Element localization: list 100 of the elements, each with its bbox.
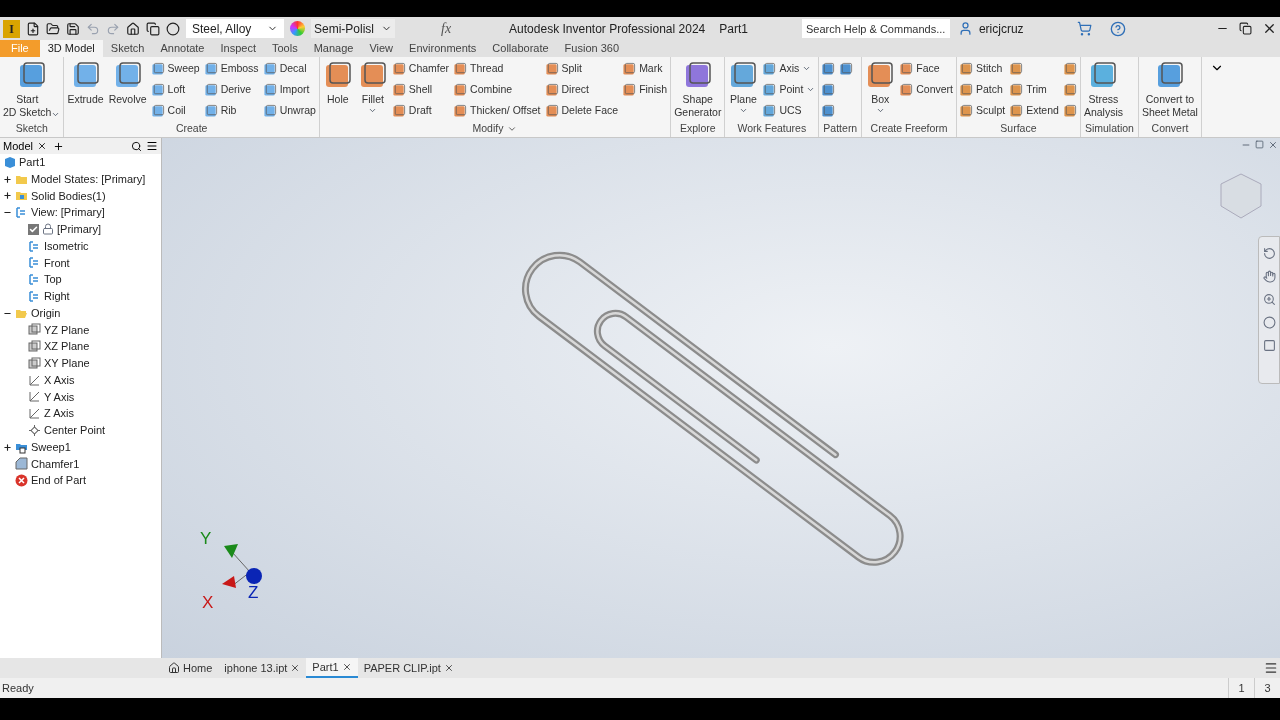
ribbon-tool[interactable]: Derive [203,81,260,98]
ribbon-tab[interactable]: Inspect [212,40,264,57]
user-icon[interactable] [957,21,973,36]
ribbon-tool[interactable] [839,60,855,77]
ribbon-tool[interactable]: Sculpt [959,102,1007,119]
tree-item[interactable]: [Primary] [57,221,101,238]
close-icon[interactable] [341,662,352,672]
ribbon-tool[interactable]: Combine [453,81,542,98]
document-tab[interactable]: PAPER CLIP.ipt [357,658,460,678]
ribbon-tool[interactable] [1062,60,1078,77]
tree-item[interactable]: XY Plane [44,355,90,372]
ribbon-tool[interactable]: Import [262,81,317,98]
add-icon[interactable] [52,140,64,152]
ribbon-tool[interactable] [1062,81,1078,98]
ribbon-tool[interactable] [1062,102,1078,119]
expand-icon[interactable] [2,442,12,452]
copy-icon[interactable] [146,21,160,36]
ribbon-tool[interactable]: Mark [622,60,669,77]
close-icon[interactable] [36,141,47,151]
ribbon-button[interactable]: Plane [727,60,760,115]
home-icon[interactable] [126,21,140,36]
tree-item[interactable]: End of Part [31,472,87,489]
ribbon-tool[interactable]: Face [899,60,954,77]
ribbon-tool[interactable]: Thicken/ Offset [453,102,542,119]
ribbon-tool[interactable] [821,81,837,98]
ribbon-tool[interactable]: Point [762,81,817,98]
ribbon-tab[interactable]: Annotate [152,40,213,57]
tree-item[interactable]: Z Axis [44,405,74,422]
ribbon-tool[interactable]: UCS [762,102,817,119]
close-icon[interactable] [290,663,301,673]
search-icon[interactable] [131,140,142,152]
ribbon-tool[interactable]: Unwrap [262,102,317,119]
formula-button[interactable]: fx [441,18,452,39]
menu-icon[interactable] [146,140,158,152]
ribbon-tool[interactable]: Convert [899,81,954,98]
expand-icon[interactable] [2,174,12,184]
ribbon-tool[interactable]: Coil [150,102,201,119]
ribbon-tool[interactable]: Draft [391,102,451,119]
ribbon-tool[interactable]: Chamfer [391,60,451,77]
ribbon-tool[interactable]: Sweep [150,60,201,77]
maximize-icon[interactable] [1255,140,1264,149]
restore-icon[interactable] [1239,22,1252,35]
ribbon-tool[interactable]: Trim [1009,81,1060,98]
ribbon-tool[interactable]: Finish [622,81,669,98]
ribbon-tool[interactable]: Delete Face [544,102,620,119]
save-icon[interactable] [66,21,80,36]
ribbon-button[interactable]: Convert to Sheet Metal [1140,60,1199,119]
help-icon[interactable] [1109,20,1126,37]
close-icon[interactable] [443,663,454,673]
tree-item[interactable]: Right [44,288,70,305]
ribbon-button[interactable]: Box [864,60,897,115]
viewport[interactable]: Y X Z [162,138,1280,658]
material-dropdown[interactable]: Steel, Alloy [186,19,284,38]
tree-item[interactable]: Origin [31,304,61,322]
ribbon-tool[interactable]: Loft [150,81,201,98]
tree-item[interactable]: Top [44,271,62,288]
tree-item[interactable]: Model States: [Primary] [31,170,146,188]
search-field[interactable]: Search Help & Commands... [801,19,950,38]
ribbon-button[interactable]: Shape Generator [673,60,723,119]
ribbon-tool[interactable]: Extend [1009,102,1060,119]
ribbon-tab[interactable]: View [361,40,402,57]
ribbon-tool[interactable]: Thread [453,60,542,77]
ribbon-button[interactable]: Extrude [66,60,105,106]
ribbon-tool[interactable]: Stitch [959,60,1007,77]
ribbon-tool[interactable]: Split [544,60,620,77]
tree-item[interactable]: View: [Primary] [31,204,105,221]
ribbon-tool[interactable] [821,60,837,77]
ribbon-tool[interactable]: Shell [391,81,451,98]
close-icon[interactable] [1262,21,1277,36]
ribbon-button[interactable]: Hole [321,60,354,106]
ribbon-tab[interactable]: Sketch [102,40,153,57]
tree-item[interactable]: Solid Bodies(1) [31,187,106,205]
tree-item[interactable]: Y Axis [44,388,75,406]
new-file-icon[interactable] [26,21,40,36]
ribbon-tool[interactable]: Patch [959,81,1007,98]
ribbon-tool[interactable]: Axis [762,60,817,77]
ribbon-tool[interactable]: Rib [203,102,260,119]
ribbon-tab[interactable]: Collaborate [484,40,557,57]
tree-item[interactable]: YZ Plane [44,321,90,339]
ribbon-tab[interactable]: 3D Model [39,40,103,57]
tree-item[interactable]: Front [44,254,70,272]
cart-icon[interactable] [1076,21,1092,36]
ribbon-tab[interactable]: Fusion 360 [556,40,628,57]
ribbon-tab[interactable]: Tools [263,40,306,57]
open-folder-icon[interactable] [46,21,60,36]
ribbon-button[interactable]: Revolve [107,60,148,106]
pan-icon[interactable] [1262,270,1276,283]
ribbon-button[interactable]: Start 2D Sketch [2,60,62,119]
tree-item[interactable]: Part1 [19,154,46,171]
ribbon-tool[interactable]: Decal [262,60,317,77]
user-name[interactable]: ericjcruz [978,19,1057,38]
ribbon-tab[interactable]: Environments [401,40,485,57]
tree-item[interactable]: Center Point [44,422,106,439]
ribbon-button[interactable]: Fillet [356,60,389,115]
tree-item[interactable]: Isometric [44,237,89,255]
tree-item[interactable]: Chamfer1 [31,455,80,473]
document-tab[interactable]: Home [162,658,219,678]
ribbon-tool[interactable]: Direct [544,81,620,98]
appearance-dropdown[interactable]: Semi-Polisl [311,19,395,38]
checkbox[interactable] [28,223,39,235]
